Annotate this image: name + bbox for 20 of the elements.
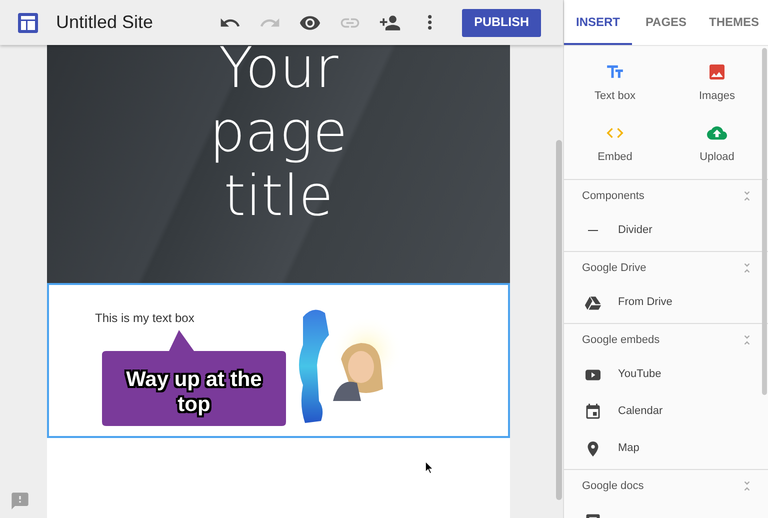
section-title: Google docs: [582, 478, 644, 494]
insert-item[interactable]: Text box: [564, 62, 666, 104]
insert-row[interactable]: From Drive: [564, 284, 768, 321]
site-title: Untitled Site: [56, 11, 154, 34]
insert-item[interactable]: Upload: [666, 122, 768, 165]
panel-tab[interactable]: INSERT: [564, 0, 632, 45]
section-title: Google embeds: [582, 332, 660, 348]
insert-item[interactable]: Images: [666, 62, 768, 104]
insert-row[interactable]: YouTube: [564, 356, 768, 393]
section-title: Google Drive: [582, 260, 646, 276]
panel-tab[interactable]: THEMES: [700, 0, 768, 45]
insert-row[interactable]: Calendar: [564, 393, 768, 430]
insert-row[interactable]: Map: [564, 430, 768, 467]
insert-item[interactable]: Embed: [564, 122, 666, 165]
page-title[interactable]: Your page title: [194, 45, 364, 229]
callout-text: Way up at the top: [125, 367, 263, 417]
section-title: Components: [582, 188, 644, 204]
publish-button[interactable]: PUBLISH: [462, 8, 541, 36]
panel-tab[interactable]: PAGES: [632, 0, 700, 45]
text-box[interactable]: This is my text box: [95, 309, 295, 325]
